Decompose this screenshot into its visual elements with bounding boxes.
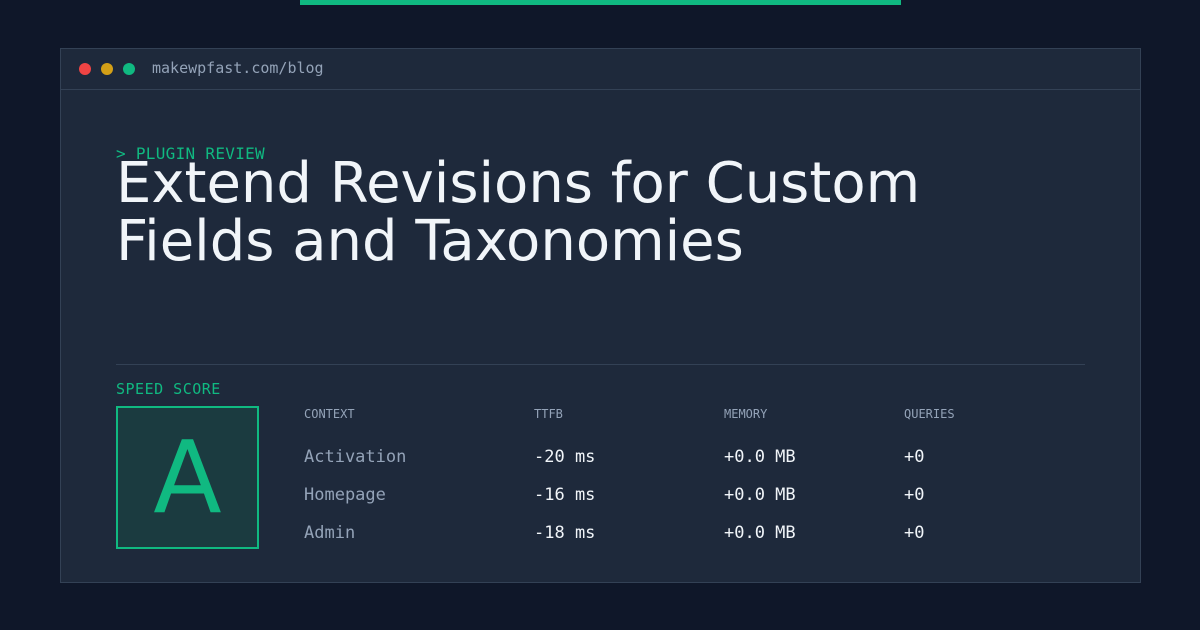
window-titlebar: makewpfast.com/blog	[61, 49, 1140, 90]
browser-window: makewpfast.com/blog > PLUGIN REVIEW Exte…	[60, 48, 1141, 583]
row-queries: +0	[904, 447, 925, 467]
minimize-dot-icon	[101, 63, 113, 75]
close-dot-icon	[79, 63, 91, 75]
row-context: Activation	[304, 447, 407, 467]
column-header-context: CONTEXT	[304, 407, 355, 421]
table-row: Homepage -16 ms +0.0 MB +0	[304, 484, 1084, 508]
table-row: Admin -18 ms +0.0 MB +0	[304, 522, 1084, 546]
url-text: makewpfast.com/blog	[152, 59, 324, 77]
title-line-1: Extend Revisions for Custom	[116, 151, 921, 216]
column-header-ttfb: TTFB	[534, 407, 563, 421]
row-memory: +0.0 MB	[724, 523, 796, 543]
column-header-memory: MEMORY	[724, 407, 768, 421]
row-context: Homepage	[304, 485, 386, 505]
section-divider	[116, 364, 1085, 365]
page-title: Extend Revisions for Custom Fields and T…	[116, 155, 1076, 271]
row-queries: +0	[904, 523, 925, 543]
table-row: Activation -20 ms +0.0 MB +0	[304, 446, 1084, 470]
column-header-queries: QUERIES	[904, 407, 955, 421]
row-memory: +0.0 MB	[724, 485, 796, 505]
row-context: Admin	[304, 523, 356, 543]
speed-score-badge: A	[116, 406, 259, 549]
speed-grade: A	[153, 418, 222, 536]
row-ttfb: -18 ms	[534, 523, 596, 543]
row-ttfb: -20 ms	[534, 447, 596, 467]
speed-score-label: SPEED SCORE	[116, 380, 221, 398]
row-ttfb: -16 ms	[534, 485, 596, 505]
top-accent-bar	[300, 0, 901, 5]
title-line-2: Fields and Taxonomies	[116, 209, 744, 274]
row-memory: +0.0 MB	[724, 447, 796, 467]
maximize-dot-icon	[123, 63, 135, 75]
row-queries: +0	[904, 485, 925, 505]
